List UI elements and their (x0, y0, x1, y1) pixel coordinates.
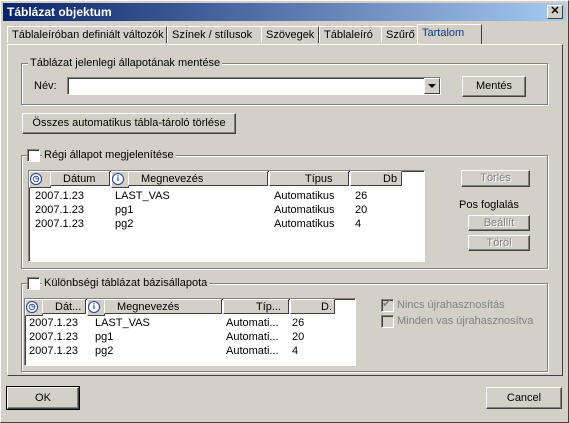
cell-date: 2007.1.23 (29, 317, 78, 329)
col-count[interactable]: Db (350, 171, 402, 186)
clear-button[interactable]: Töröl (468, 235, 530, 251)
cell-name: LAST_VAS (95, 317, 150, 329)
col-name[interactable]: Megnevezés (104, 299, 222, 314)
clock-icon-header[interactable]: ◷ (29, 171, 51, 188)
diff-state-label: Különbségi táblázat bázisállapota (42, 277, 210, 289)
cell-date: 2007.1.23 (35, 204, 84, 216)
clock-icon: ◷ (26, 301, 38, 314)
old-state-table[interactable]: ◷ Dátum i Megnevezés Típus Db 2007.1.23 … (28, 170, 425, 262)
delete-button[interactable]: Törlés (461, 170, 530, 187)
no-recycling-label: Nincs újrahasznosítás (397, 299, 505, 311)
name-label: Név: (34, 80, 57, 92)
title-bar[interactable]: Táblázat objektum ✕ (3, 3, 566, 21)
all-recycled-label: Minden vas újrahasznosítva (397, 315, 534, 327)
dropdown-arrow-icon[interactable] (424, 78, 440, 94)
col-date[interactable]: Dát... (42, 299, 86, 314)
cell-date: 2007.1.23 (29, 345, 78, 357)
tab-table-descriptor[interactable]: Táblaleíró (319, 26, 385, 43)
cell-name: pg1 (95, 331, 114, 343)
tab-content[interactable]: Tartalom (417, 24, 482, 44)
name-combobox[interactable] (67, 77, 441, 95)
cell-type: Automati... (226, 331, 279, 343)
close-button[interactable]: ✕ (547, 5, 563, 19)
cell-name: pg2 (115, 218, 134, 230)
cell-date: 2007.1.23 (35, 218, 84, 230)
checkmark-icon: ✔ (382, 298, 392, 310)
window-title: Táblázat objektum (7, 5, 112, 19)
cell-type: Automatikus (274, 204, 335, 216)
cell-name: pg2 (95, 345, 114, 357)
cell-name: pg1 (115, 204, 134, 216)
info-icon-header[interactable]: i (111, 171, 129, 188)
diff-state-table[interactable]: ◷ Dát... i Megnevezés Típ... D. 2007.1.2… (24, 298, 356, 366)
info-icon: i (112, 173, 124, 186)
no-recycling-checkbox[interactable]: ✔ (381, 298, 394, 312)
cell-count: 4 (292, 345, 299, 357)
diff-state-group: Különbségi táblázat bázisállapota ◷ Dát.… (21, 277, 548, 372)
cell-type: Automati... (226, 317, 279, 329)
old-state-checkbox[interactable] (27, 149, 40, 162)
cell-count: 20 (355, 204, 368, 216)
save-state-group: Táblázat jelenlegi állapotának mentése N… (21, 57, 548, 105)
set-button[interactable]: Beállít (468, 215, 530, 231)
clock-icon: ◷ (30, 173, 42, 186)
save-button[interactable]: Mentés (462, 76, 526, 97)
delete-all-auto-button[interactable]: Összes automatikus tábla-tároló törlése (22, 113, 236, 134)
col-type[interactable]: Típ... (223, 299, 289, 314)
old-state-label: Régi állapot megjelenítése (42, 149, 176, 161)
cell-type: Automati... (226, 345, 279, 357)
cancel-button[interactable]: Cancel (486, 387, 562, 409)
old-state-group: Régi állapot megjelenítése ◷ Dátum i Meg… (21, 149, 548, 269)
info-icon-header[interactable]: i (87, 299, 105, 316)
col-type[interactable]: Típus (269, 171, 349, 186)
cell-count: 26 (355, 190, 368, 202)
cell-type: Automatikus (274, 218, 335, 230)
col-date[interactable]: Dátum (50, 171, 110, 186)
info-icon: i (88, 301, 100, 314)
pos-label: Pos foglalás (459, 199, 519, 211)
cell-count: 4 (355, 218, 362, 230)
dialog-window: Táblázat objektum ✕ Táblaleíróban defini… (0, 0, 569, 423)
clock-icon-header[interactable]: ◷ (25, 299, 43, 316)
save-state-legend: Táblázat jelenlegi állapotának mentése (28, 57, 223, 69)
cell-date: 2007.1.23 (35, 190, 84, 202)
tab-texts[interactable]: Szövegek (261, 26, 319, 43)
cell-count: 20 (292, 331, 305, 343)
cell-count: 26 (292, 317, 305, 329)
cell-date: 2007.1.23 (29, 331, 78, 343)
tab-filter[interactable]: Szűrő (381, 26, 421, 43)
ok-button[interactable]: OK (6, 386, 80, 410)
cell-type: Automatikus (274, 190, 335, 202)
all-recycled-checkbox[interactable] (381, 315, 394, 328)
content-panel: Táblázat jelenlegi állapotának mentése N… (7, 44, 563, 376)
tab-colors-styles[interactable]: Színek / stílusok (167, 26, 262, 43)
tab-variables[interactable]: Táblaleíróban definiált változók (7, 26, 167, 43)
col-count[interactable]: D. (290, 299, 335, 314)
col-name[interactable]: Megnevezés (128, 171, 268, 186)
diff-state-checkbox[interactable] (27, 277, 40, 290)
cell-name: LAST_VAS (115, 190, 170, 202)
